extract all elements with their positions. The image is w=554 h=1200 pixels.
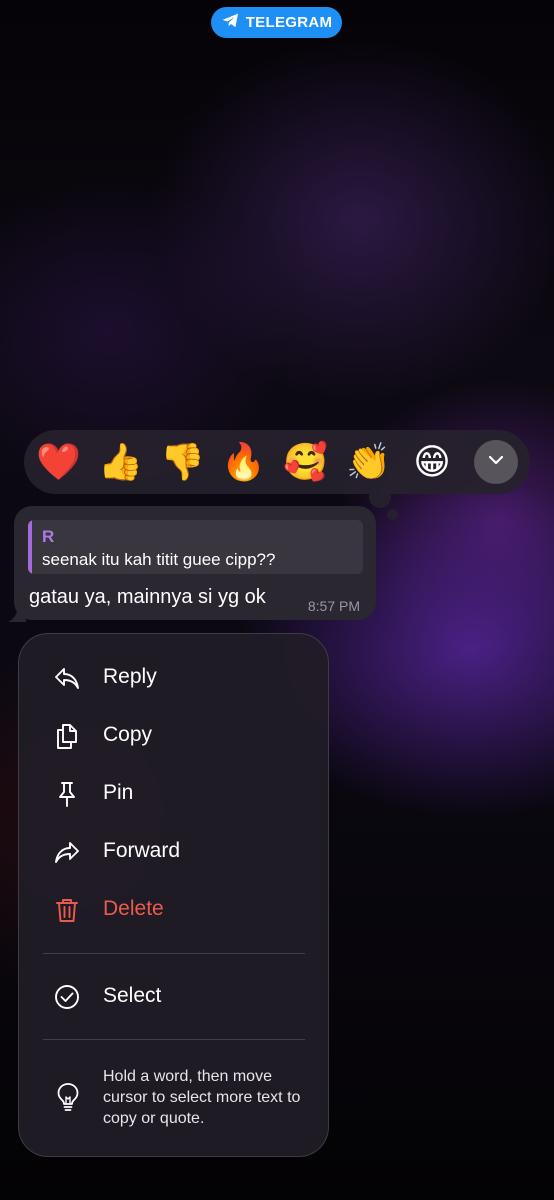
lightbulb-icon [55, 1082, 81, 1112]
menu-item-pin[interactable]: Pin [19, 767, 328, 819]
menu-item-reply-label: Reply [103, 665, 157, 688]
menu-item-copy[interactable]: Copy [19, 709, 328, 761]
reply-quote-accent-bar [28, 520, 32, 574]
copy-icon [53, 722, 81, 750]
expand-reactions-button[interactable] [474, 440, 518, 484]
menu-item-delete-label: Delete [103, 897, 164, 920]
menu-item-select-label: Select [103, 984, 162, 1007]
menu-item-forward[interactable]: Forward [19, 825, 328, 877]
reaction-thumbs-up[interactable]: 👍 [98, 440, 143, 484]
menu-item-forward-label: Forward [103, 839, 181, 862]
reaction-fire[interactable]: 🔥 [221, 440, 266, 484]
message-time: 8:57 PM [307, 598, 360, 614]
menu-item-reply[interactable]: Reply [19, 651, 328, 703]
reply-text: seenak itu kah titit guee cipp?? [42, 550, 276, 569]
menu-divider [43, 953, 305, 954]
menu-item-pin-label: Pin [103, 781, 134, 804]
context-menu: Reply Copy Pin Forward Delete Select Hol… [18, 633, 329, 1157]
menu-item-delete[interactable]: Delete [19, 883, 328, 935]
reply-author: R [42, 527, 55, 546]
check-circle-icon [53, 983, 81, 1011]
pin-icon [53, 780, 81, 808]
reaction-clapping-hands[interactable]: 👏 [346, 440, 391, 484]
forward-icon [53, 838, 81, 866]
trash-icon [53, 896, 81, 924]
reaction-beaming-face[interactable]: 😁 [410, 440, 454, 484]
telegram-badge: TELEGRAM [211, 7, 342, 38]
message-bubble[interactable]: R seenak itu kah titit guee cipp?? gatau… [14, 506, 376, 620]
reply-quote[interactable]: R seenak itu kah titit guee cipp?? [28, 520, 363, 574]
chevron-down-icon [486, 450, 506, 475]
reaction-bar: ❤️ 👍 👎 🔥 🥰 👏 😁 [24, 430, 530, 494]
select-hint: Hold a word, then move cursor to select … [19, 1064, 328, 1134]
reaction-smiling-face-with-hearts[interactable]: 🥰 [283, 440, 328, 484]
menu-item-select[interactable]: Select [19, 970, 328, 1022]
reaction-bar-tail-dot-small [387, 509, 398, 520]
reply-icon [53, 664, 81, 692]
reaction-bar-tail-dot [369, 486, 391, 508]
menu-item-copy-label: Copy [103, 723, 153, 746]
reaction-thumbs-down[interactable]: 👎 [160, 440, 205, 484]
select-hint-text: Hold a word, then move cursor to select … [103, 1068, 301, 1127]
menu-divider [43, 1039, 305, 1040]
reaction-red-heart[interactable]: ❤️ [36, 440, 81, 484]
telegram-logo-icon [221, 11, 240, 35]
telegram-badge-label: TELEGRAM [245, 14, 333, 31]
message-text: gatau ya, mainnya si yg ok [29, 586, 266, 608]
